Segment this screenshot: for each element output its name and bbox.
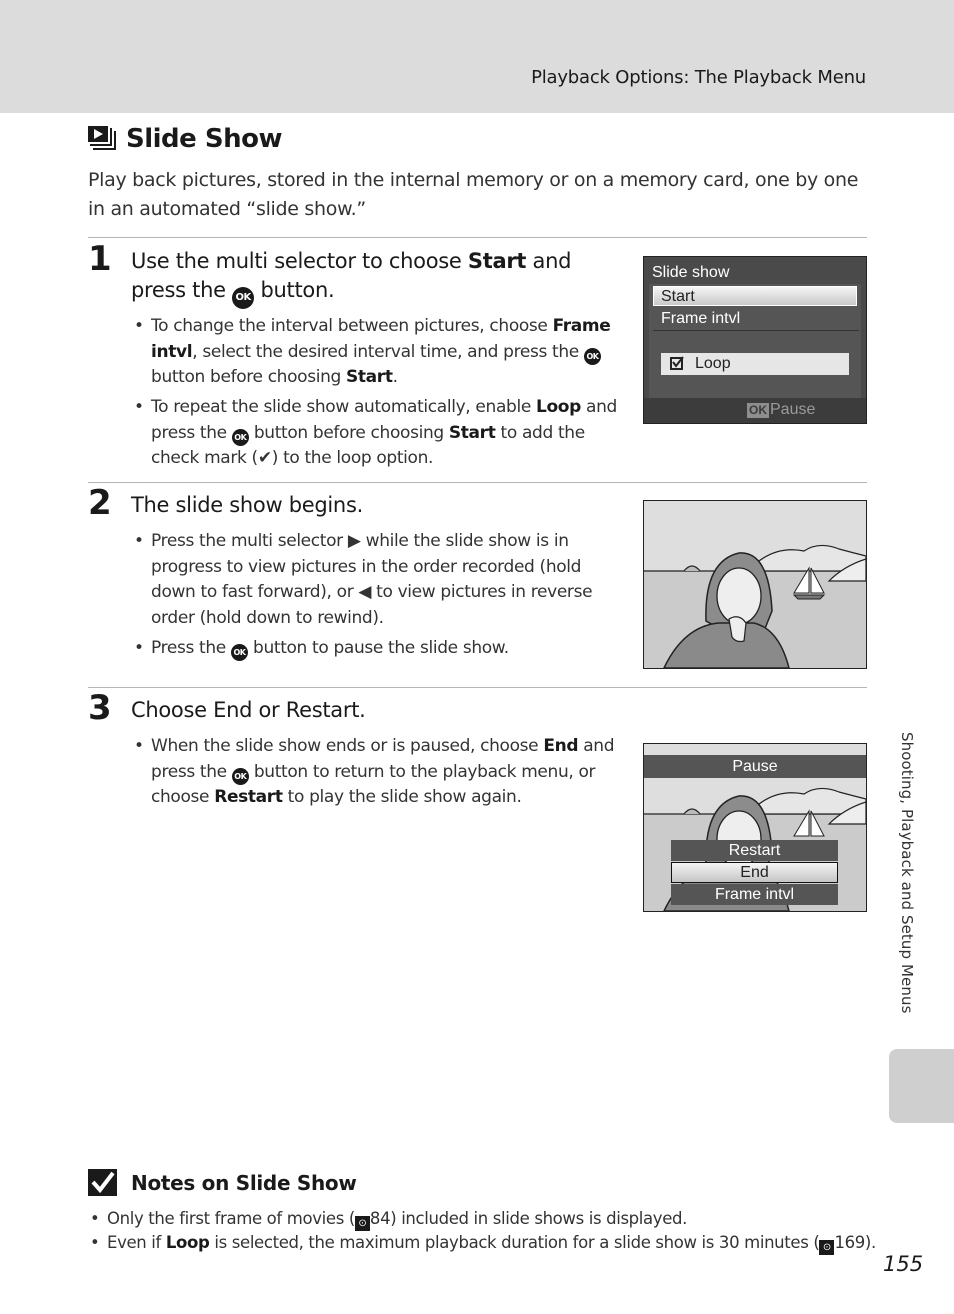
divider	[88, 687, 867, 688]
menu-item-restart[interactable]: Restart	[671, 840, 838, 861]
ok-icon: OK	[747, 402, 769, 418]
ok-button-icon: OK	[231, 428, 249, 446]
page-number: 155	[883, 1252, 924, 1276]
menu-item-end[interactable]: End	[671, 862, 838, 883]
camera-screen-slideshow-playing	[643, 500, 867, 669]
section-title: Playback Options: The Playback Menu	[531, 67, 866, 88]
loop-checkbox[interactable]: Loop	[661, 353, 849, 375]
ok-button-icon: OK	[231, 767, 249, 785]
step-title: Use the multi selector to choose Start a…	[131, 247, 611, 309]
slideshow-icon	[88, 126, 116, 150]
pause-menu: Restart End Frame intvl	[671, 840, 838, 906]
slideshow-photo-illustration	[644, 501, 866, 668]
step-bullets: • To change the interval between pictures…	[131, 314, 621, 476]
check-mark-icon: ✔	[257, 448, 272, 468]
notes-list: • Only the first frame of movies (⊙ 84) in…	[88, 1207, 878, 1255]
step-number: 2	[88, 483, 112, 523]
ok-button-icon: OK	[583, 347, 601, 365]
ok-button-icon: OK	[230, 643, 248, 661]
divider	[653, 330, 859, 331]
divider	[88, 482, 867, 483]
header-band	[0, 0, 954, 113]
menu-item-start[interactable]: Start	[653, 286, 857, 306]
ok-button-icon: OK	[232, 287, 255, 309]
menu-item-frame-intvl[interactable]: Frame intvl	[661, 310, 740, 328]
menu-footer: OK Pause	[644, 398, 866, 423]
step-number: 3	[88, 688, 112, 728]
camera-screen-slideshow-menu: Slide show Start Frame intvl Loop OK Pau…	[643, 256, 867, 424]
step-bullets: • When the slide show ends or is paused, …	[131, 734, 621, 815]
list-item: • Press the multi selector ▶ while the sl…	[134, 531, 593, 628]
list-item: • To change the interval between pictures…	[134, 316, 611, 387]
divider	[88, 237, 867, 238]
right-arrow-icon: ▶	[347, 531, 361, 551]
menu-item-frame-intvl[interactable]: Frame intvl	[671, 884, 838, 905]
list-item: • When the slide show ends or is paused, …	[134, 736, 615, 807]
menu-title: Slide show	[652, 264, 730, 281]
step-title: The slide show begins.	[131, 493, 363, 517]
checkbox-checked-icon	[670, 356, 684, 370]
pause-title: Pause	[644, 755, 866, 778]
check-note-icon	[88, 1169, 117, 1196]
list-item: • Press the OK button to pause the slide …	[131, 636, 621, 662]
camera-screen-pause-menu: Pause Restart End Frame intvl	[643, 743, 867, 912]
chapter-tab-label: Shooting, Playback and Setup Menus	[898, 732, 916, 1014]
page-title: Slide Show	[88, 124, 282, 154]
reference-icon: ⊙	[819, 1240, 835, 1255]
step-bullets: • Press the multi selector ▶ while the sl…	[131, 529, 621, 666]
step-title: Choose End or Restart.	[131, 698, 366, 722]
page-title-text: Slide Show	[126, 124, 282, 154]
notes-heading: Notes on Slide Show	[88, 1169, 357, 1196]
list-item: • To repeat the slide show automatically,…	[134, 397, 617, 468]
reference-icon: ⊙	[354, 1216, 370, 1231]
step-number: 1	[88, 239, 112, 279]
list-item: • Only the first frame of movies (⊙ 84) in…	[90, 1209, 688, 1231]
list-item: • Even if Loop is selected, the maximum p…	[90, 1233, 876, 1255]
intro-text: Play back pictures, stored in the intern…	[88, 169, 859, 220]
left-arrow-icon: ◀	[358, 582, 372, 602]
chapter-tab	[889, 1049, 954, 1123]
